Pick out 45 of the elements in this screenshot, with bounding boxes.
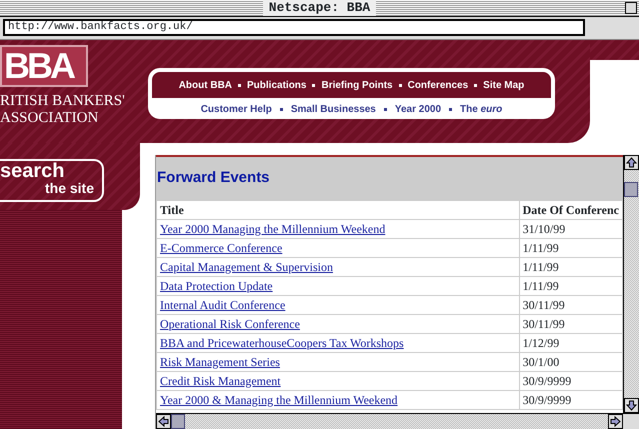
right-arrow-icon[interactable]: [608, 414, 623, 429]
nav-link[interactable]: Publications: [247, 80, 306, 90]
nav-link[interactable]: Customer Help: [200, 104, 272, 114]
section-heading: Forward Events: [156, 157, 623, 200]
scroll-thumb[interactable]: [171, 414, 185, 429]
date-cell: 1/11/99: [519, 276, 622, 296]
date-cell: 30/11/99: [519, 296, 622, 314]
bullet-icon: [398, 84, 402, 86]
nav-link[interactable]: Small Businesses: [290, 104, 376, 114]
window-title: Netscape: BBA: [262, 0, 376, 16]
bullet-icon: [384, 108, 387, 110]
horizontal-scrollbar[interactable]: [156, 413, 639, 429]
date-cell: 31/10/99: [519, 220, 622, 238]
nav-link[interactable]: Site Map: [483, 80, 524, 90]
bullet-icon: [312, 84, 316, 86]
nav-link[interactable]: Conferences: [408, 80, 468, 90]
bullet-icon: [474, 84, 478, 86]
date-cell: 1/11/99: [519, 258, 622, 276]
org-name-line: RITISH BANKERS': [0, 93, 126, 110]
nav-link[interactable]: The euro: [460, 104, 502, 114]
date-cell: 30/1/00: [519, 352, 622, 372]
left-arrow-icon[interactable]: [156, 414, 171, 429]
column-header: Date Of Conferenc: [519, 200, 622, 220]
zoom-box-icon[interactable]: [625, 2, 637, 14]
logo[interactable]: BBA: [0, 45, 88, 87]
nav-link[interactable]: About BBA: [178, 80, 232, 90]
bullet-icon: [238, 84, 242, 86]
vertical-scrollbar[interactable]: [623, 155, 639, 413]
date-cell: 30/11/99: [519, 314, 622, 334]
date-cell: 1/11/99: [519, 238, 622, 258]
date-cell: 1/12/99: [519, 334, 622, 352]
org-name-line: ASSOCIATION: [0, 110, 100, 127]
down-arrow-icon[interactable]: [624, 398, 639, 413]
date-cell: 30/9/9999: [519, 372, 622, 390]
address-field[interactable]: http://www.bankfacts.org.uk/: [3, 19, 585, 36]
up-arrow-icon[interactable]: [624, 155, 639, 170]
bullet-icon: [449, 108, 452, 110]
bullet-icon: [280, 108, 283, 110]
column-header: Title: [156, 200, 520, 220]
scroll-thumb[interactable]: [624, 182, 638, 197]
scroll-corner: [623, 414, 639, 429]
search-link[interactable]: search the site: [0, 159, 104, 202]
nav-link[interactable]: Year 2000: [394, 104, 442, 114]
date-cell: 30/9/9999: [519, 390, 622, 410]
nav-link[interactable]: Briefing Points: [321, 80, 393, 90]
